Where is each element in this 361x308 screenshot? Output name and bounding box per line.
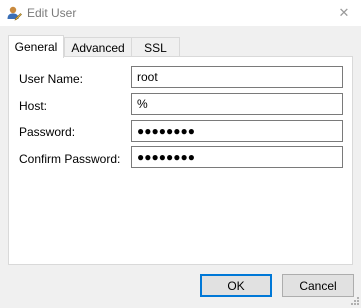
tab-ssl[interactable]: SSL xyxy=(131,37,180,57)
confirm-password-label: Confirm Password: xyxy=(19,152,121,166)
title-bar[interactable]: Edit User ✕ xyxy=(0,0,361,26)
password-label: Password: xyxy=(19,125,76,139)
confirm-password-field[interactable] xyxy=(131,146,343,168)
close-button[interactable]: ✕ xyxy=(327,0,361,26)
resize-grip-icon[interactable] xyxy=(349,294,359,305)
host-label: Host: xyxy=(19,99,48,113)
cancel-button[interactable]: Cancel xyxy=(282,274,354,297)
tab-general[interactable]: General xyxy=(8,35,64,58)
close-icon: ✕ xyxy=(338,5,350,20)
tab-label: General xyxy=(14,40,58,54)
ok-button[interactable]: OK xyxy=(200,274,272,297)
window-title: Edit User xyxy=(27,6,77,20)
tab-label: Advanced xyxy=(71,40,125,55)
user-name-label: User Name: xyxy=(19,72,84,86)
host-field[interactable] xyxy=(131,93,343,115)
password-field[interactable] xyxy=(131,120,343,142)
user-edit-icon xyxy=(6,5,22,21)
user-name-field[interactable] xyxy=(131,66,343,88)
tab-advanced[interactable]: Advanced xyxy=(64,37,132,57)
tab-strip: General Advanced SSL xyxy=(8,35,353,58)
tab-label: SSL xyxy=(144,40,167,55)
